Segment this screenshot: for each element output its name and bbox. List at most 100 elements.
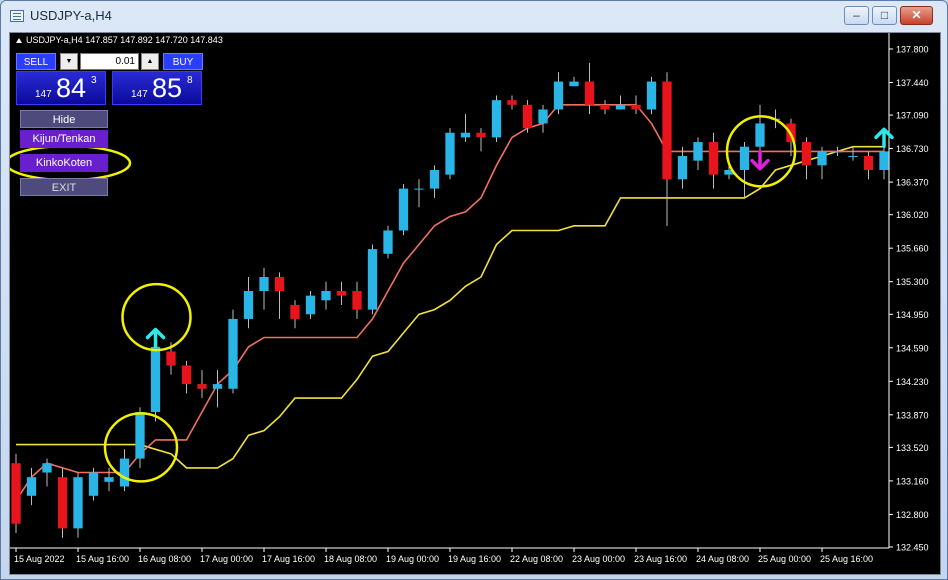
time-tick-label: 25 Aug 16:00 [820,554,873,564]
time-tick-label: 25 Aug 00:00 [758,554,811,564]
title-bar[interactable]: USDJPY-a,H4 – □ ✕ [1,1,947,31]
time-tick-label: 17 Aug 00:00 [200,554,253,564]
bull-candle [321,291,331,301]
bull-candle [398,188,409,231]
bid-price-prefix: 147 [35,89,52,100]
price-tick-label: 132.450 [896,543,929,553]
lot-decrease-button[interactable]: ▼ [60,53,78,70]
bear-candle [352,291,362,310]
close-icon: ✕ [911,8,922,22]
price-tick-label: 136.370 [896,178,929,188]
price-tick-label: 133.870 [896,410,929,420]
bull-candle [383,230,393,254]
chart-window-icon [10,10,24,22]
price-tick-label: 132.800 [896,510,929,520]
bull-candle [879,151,889,170]
bear-candle [801,142,812,166]
bull-candle [615,104,626,110]
bear-candle [181,365,192,385]
bear-candle [522,104,533,129]
bear-candle [166,351,176,366]
bear-candle [476,132,486,138]
chart-area[interactable]: 137.800 137.440 137.090 136.730 136.370 136.0… [9,32,941,575]
bull-candle [538,109,548,124]
exit-button[interactable]: EXIT [20,178,108,196]
price-tick-label: 133.520 [896,443,929,453]
chart-header-text: USDJPY-a,H4 147.857 147.892 147.720 147.… [26,35,223,45]
time-tick-label: 15 Aug 2022 [14,554,65,564]
kijun-line [16,145,884,469]
bull-candle [150,346,161,413]
bull-candle [677,156,688,180]
ask-price[interactable]: 147 85 8 [112,71,202,105]
sell-button[interactable]: SELL [16,53,56,70]
bear-candle [57,477,68,529]
time-tick-label: 19 Aug 00:00 [386,554,439,564]
bear-candle [863,156,874,170]
price-tick-label: 136.020 [896,210,929,220]
sell-signal-arrow [750,149,770,171]
buy-signal-arrow [145,327,166,349]
time-tick-label: 16 Aug 08:00 [138,554,191,564]
bull-candle [832,151,843,153]
bull-candle [429,169,440,189]
maximize-button[interactable]: □ [872,6,897,25]
chart-header: USDJPY-a,H4 147.857 147.892 147.720 147.… [16,35,223,45]
triangle-up-icon: ▲ [146,58,154,65]
bear-candle [507,100,517,105]
bear-candle [584,81,595,105]
minimize-icon: – [853,8,860,22]
price-chart[interactable]: 137.800 137.440 137.090 136.730 136.370 136.0… [10,33,940,574]
time-tick-label: 18 Aug 08:00 [324,554,377,564]
lot-increase-button[interactable]: ▲ [141,53,159,70]
kinkokoten-button[interactable]: KinkoKoten [20,154,108,172]
bid-price-pip: 3 [91,75,97,86]
bull-candle [491,100,502,138]
price-tick-label: 134.230 [896,377,929,387]
bid-price[interactable]: 147 84 3 [16,71,106,105]
bull-candle [88,472,99,496]
lot-size-input[interactable] [80,53,139,70]
buy-signal-arrow [874,127,894,149]
collapse-arrow-icon[interactable] [16,38,22,43]
bull-candle [119,458,130,487]
price-tick-label: 137.440 [896,78,929,88]
bull-candle [848,156,858,158]
bear-candle [336,291,347,296]
bull-candle [367,249,378,310]
time-tick-label: 19 Aug 16:00 [448,554,501,564]
price-tick-label: 135.660 [896,244,929,254]
triangle-down-icon: ▼ [65,58,73,65]
hide-button[interactable]: Hide [20,110,108,128]
price-tick-label: 134.590 [896,343,929,353]
bull-candle [414,188,424,190]
bull-candle [569,81,579,87]
kijun-tenkan-button[interactable]: Kijun/Tenkan [20,130,108,148]
bull-candle [243,291,254,319]
bear-candle [708,142,719,175]
bear-candle [197,384,207,389]
bull-candle [553,81,564,110]
bull-candle [739,146,750,170]
bull-candle [817,151,827,166]
time-tick-label: 24 Aug 08:00 [696,554,749,564]
bear-candle [662,81,672,180]
time-tick-label: 15 Aug 16:00 [76,554,129,564]
maximize-icon: □ [880,8,889,22]
price-tick-label: 137.800 [896,44,929,54]
bull-candle [42,463,52,473]
bull-candle [135,412,145,459]
bear-candle [11,463,21,524]
bull-candle [73,477,83,529]
bull-candle [26,477,37,496]
bull-candle [646,81,657,110]
window-title: USDJPY-a,H4 [30,8,112,23]
bull-candle [305,295,316,315]
bull-candle [755,123,765,147]
time-tick-label: 23 Aug 00:00 [572,554,625,564]
bear-candle [290,304,300,319]
buy-button[interactable]: BUY [163,53,203,70]
minimize-button[interactable]: – [844,6,869,25]
time-tick-label: 23 Aug 16:00 [634,554,687,564]
close-button[interactable]: ✕ [900,6,933,25]
